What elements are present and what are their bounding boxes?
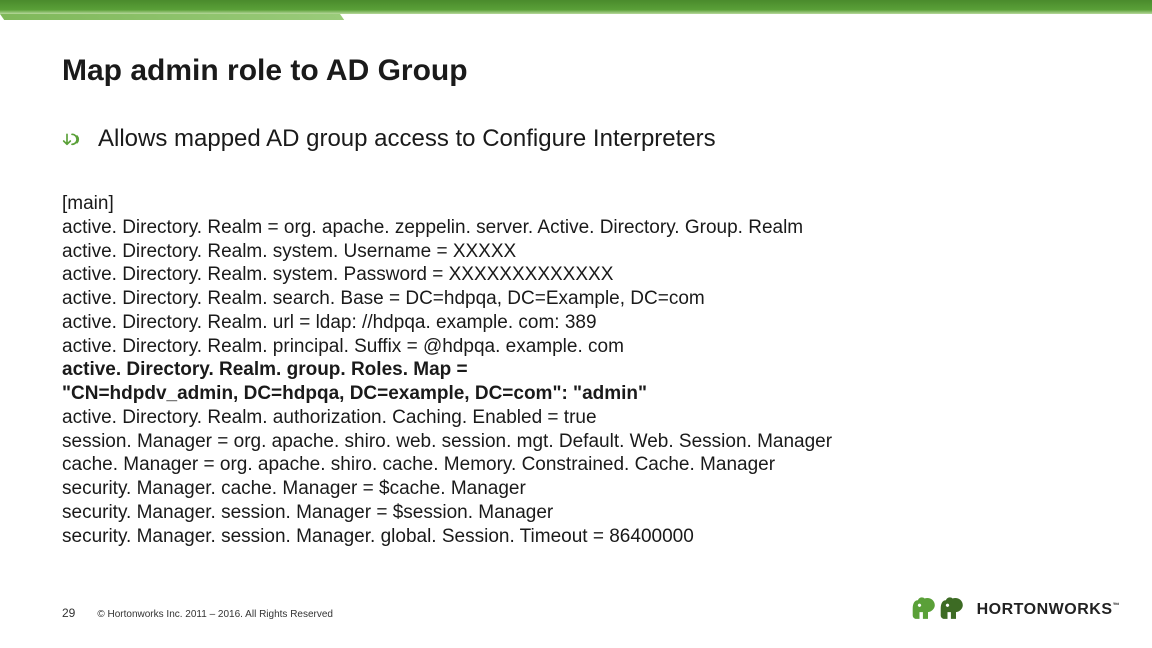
bullet-item: Allows mapped AD group access to Configu…	[62, 125, 716, 153]
elephant-icon	[945, 593, 973, 626]
config-line: active. Directory. Realm. authorization.…	[62, 406, 832, 430]
config-line: active. Directory. Realm = org. apache. …	[62, 216, 832, 240]
config-line: active. Directory. Realm. group. Roles. …	[62, 358, 832, 382]
top-accent-bar	[0, 0, 1152, 14]
slide-title: Map admin role to AD Group	[62, 54, 468, 88]
bullet-icon	[62, 131, 84, 153]
copyright-text: © Hortonworks Inc. 2011 – 2016. All Righ…	[97, 609, 333, 620]
config-line: security. Manager. session. Manager = $s…	[62, 501, 832, 525]
logo-text: HORTONWORKS™	[977, 601, 1120, 619]
hortonworks-logo: HORTONWORKS™	[917, 593, 1120, 626]
page-number: 29	[62, 606, 75, 620]
config-line: active. Directory. Realm. principal. Suf…	[62, 335, 832, 359]
config-line: active. Directory. Realm. system. Passwo…	[62, 263, 832, 287]
config-line: "CN=hdpdv_admin, DC=hdpqa, DC=example, D…	[62, 382, 832, 406]
footer: 29 © Hortonworks Inc. 2011 – 2016. All R…	[62, 606, 333, 620]
config-line: active. Directory. Realm. system. Userna…	[62, 240, 832, 264]
config-line: cache. Manager = org. apache. shiro. cac…	[62, 453, 832, 477]
config-line: session. Manager = org. apache. shiro. w…	[62, 430, 832, 454]
config-line: active. Directory. Realm. url = ldap: //…	[62, 311, 832, 335]
config-line: security. Manager. cache. Manager = $cac…	[62, 477, 832, 501]
bullet-text: Allows mapped AD group access to Configu…	[98, 125, 716, 153]
config-line: [main]	[62, 192, 832, 216]
config-line: active. Directory. Realm. search. Base =…	[62, 287, 832, 311]
config-line: security. Manager. session. Manager. glo…	[62, 525, 832, 549]
config-code-block: [main]active. Directory. Realm = org. ap…	[62, 192, 832, 548]
